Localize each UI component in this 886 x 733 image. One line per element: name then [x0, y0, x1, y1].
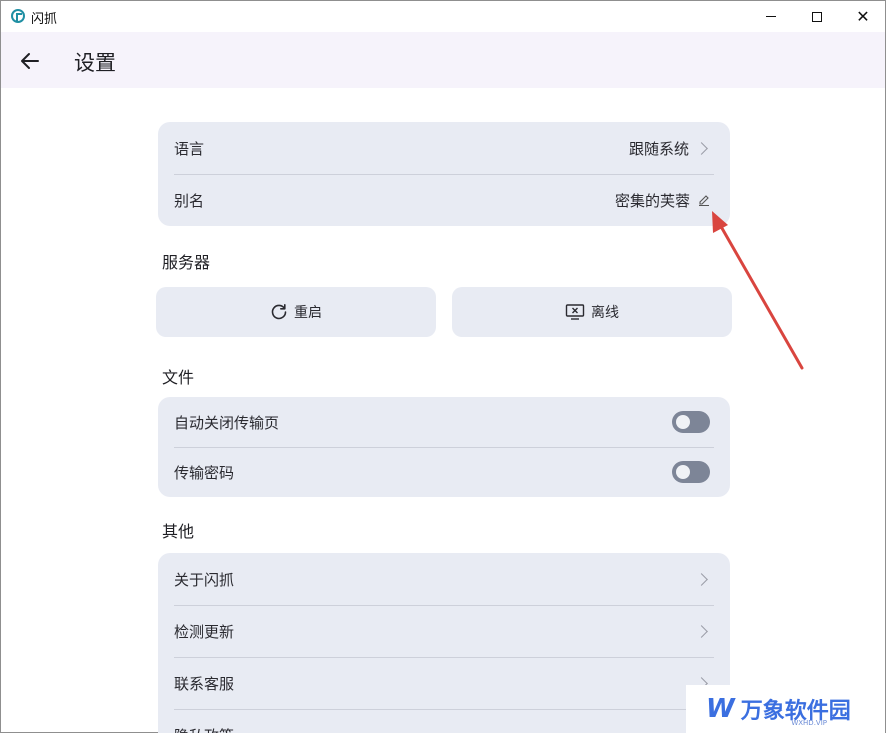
check-update-row[interactable]: 检测更新 — [158, 605, 730, 657]
maximize-icon — [812, 11, 822, 22]
chevron-right-icon — [695, 141, 708, 155]
files-section-title: 文件 — [162, 368, 195, 387]
transfer-password-row: 传输密码 — [158, 447, 730, 497]
chevron-right-icon — [695, 624, 708, 638]
transfer-password-toggle[interactable] — [672, 461, 710, 483]
privacy-policy-label: 隐私政策 — [174, 725, 697, 733]
auto-close-row: 自动关闭传输页 — [158, 397, 730, 447]
offline-monitor-icon — [565, 304, 585, 320]
maximize-button[interactable] — [794, 1, 840, 32]
files-settings-card: 自动关闭传输页 传输密码 — [158, 397, 730, 497]
chevron-right-icon — [695, 572, 708, 586]
auto-close-toggle[interactable] — [672, 411, 710, 433]
other-section-title: 其他 — [162, 522, 195, 541]
language-label: 语言 — [174, 139, 205, 158]
transfer-password-label: 传输密码 — [174, 463, 235, 482]
contact-support-row[interactable]: 联系客服 — [158, 657, 730, 709]
close-button[interactable]: ✕ — [840, 1, 886, 32]
back-button[interactable] — [15, 46, 45, 76]
offline-label: 离线 — [591, 305, 619, 321]
page-title: 设置 — [74, 51, 116, 75]
edit-pencil-icon[interactable] — [698, 194, 710, 206]
about-label: 关于闪抓 — [174, 570, 235, 589]
watermark: W 万象软件园 WXHD.VIP — [686, 685, 885, 733]
title-bar: 闪抓 ✕ — [1, 1, 885, 32]
server-section-title: 服务器 — [162, 253, 211, 272]
app-logo-icon — [11, 9, 25, 23]
watermark-logo: W — [706, 694, 735, 724]
contact-support-label: 联系客服 — [174, 674, 235, 693]
other-settings-card: 关于闪抓 检测更新 联系客服 隐私政策 — [158, 553, 730, 733]
privacy-policy-row[interactable]: 隐私政策 — [158, 709, 730, 733]
close-icon: ✕ — [856, 6, 870, 26]
minimize-icon — [766, 16, 776, 17]
minimize-button[interactable] — [748, 1, 794, 32]
refresh-icon — [271, 304, 287, 320]
language-row[interactable]: 语言 跟随系统 — [158, 122, 730, 174]
about-row[interactable]: 关于闪抓 — [158, 553, 730, 605]
alias-row[interactable]: 别名 密集的芙蓉 — [158, 174, 730, 226]
restart-label: 重启 — [294, 305, 322, 321]
alias-value: 密集的芙蓉 — [614, 191, 690, 210]
auto-close-label: 自动关闭传输页 — [174, 413, 280, 432]
arrow-left-icon — [21, 53, 39, 69]
restart-button[interactable]: 重启 — [156, 287, 436, 337]
check-update-label: 检测更新 — [174, 622, 235, 641]
watermark-subtext: WXHD.VIP — [791, 719, 827, 727]
alias-label: 别名 — [174, 191, 205, 210]
page-header: 设置 — [1, 32, 885, 88]
language-value: 跟随系统 — [628, 139, 689, 158]
window-title: 闪抓 — [31, 12, 58, 27]
offline-button[interactable]: 离线 — [452, 287, 732, 337]
general-settings-card: 语言 跟随系统 别名 密集的芙蓉 — [158, 122, 730, 226]
